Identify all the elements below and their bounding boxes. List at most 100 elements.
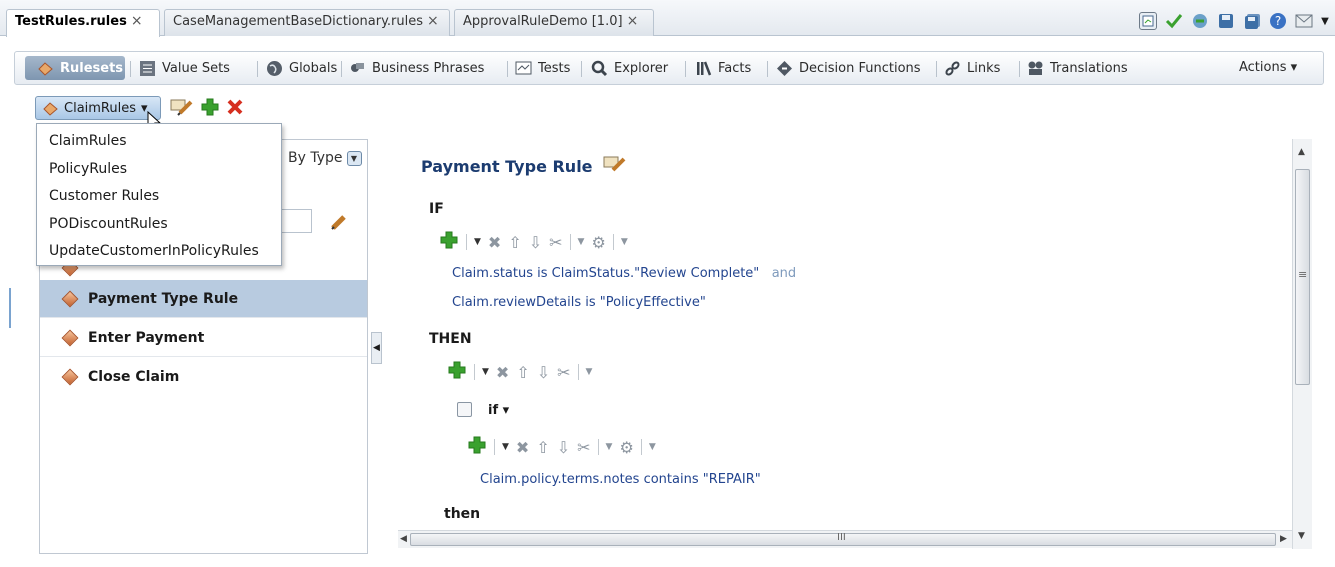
rule-row-close-claim[interactable]: Close Claim (40, 358, 367, 396)
pencil-icon[interactable] (330, 213, 348, 235)
close-icon[interactable]: × (627, 13, 639, 29)
search-icon (591, 60, 608, 77)
edit-rule-icon[interactable] (603, 154, 627, 178)
grip-icon: ≡ (1298, 268, 1308, 281)
nav-label: Explorer (614, 61, 669, 76)
delete-icon[interactable]: ✖ (488, 233, 501, 252)
tab-case-management[interactable]: CaseManagementBaseDictionary.rules × (164, 9, 450, 36)
gear-icon[interactable]: ⚙ (591, 233, 605, 252)
add-icon[interactable] (439, 230, 459, 254)
delete-icon[interactable]: ✖ (516, 438, 529, 457)
divider (936, 61, 937, 77)
dropdown-option[interactable]: UpdateCustomerInPolicyRules (37, 238, 281, 266)
navigation-toolbar: Rulesets Value Sets Globals Business Phr… (14, 51, 1324, 85)
chevron-down-icon[interactable]: ▼ (346, 150, 362, 166)
conjunction[interactable]: and (772, 266, 796, 281)
move-down-icon[interactable]: ⇩ (557, 438, 570, 457)
editor-toolbar: ? ▼ (1139, 12, 1329, 30)
divider (597, 439, 599, 455)
scroll-thumb[interactable]: III (410, 532, 1276, 546)
chevron-down-icon[interactable]: ▼ (578, 237, 585, 247)
cut-icon[interactable]: ✂ (557, 363, 570, 382)
if-toolbar: ▼ ✖ ⇧ ⇩ ✂ ▼ ⚙ ▼ (439, 230, 628, 254)
nav-tests[interactable]: Tests (515, 60, 570, 77)
value-sets-icon (139, 60, 156, 77)
nav-globals[interactable]: Globals (266, 60, 337, 77)
scroll-thumb[interactable]: ≡ (1295, 169, 1310, 385)
save-icon[interactable] (1217, 12, 1235, 30)
divider (507, 61, 508, 77)
chevron-down-icon[interactable]: ▼ (502, 442, 509, 452)
tests-icon (515, 60, 532, 77)
then-keyword: THEN (429, 331, 472, 347)
ruleset-icon (42, 100, 59, 117)
actions-menu[interactable]: Actions ▾ (1239, 60, 1297, 75)
nav-links[interactable]: Links (944, 60, 1000, 77)
validate-check-icon[interactable] (1165, 12, 1183, 30)
dropdown-option[interactable]: PODiscountRules (37, 211, 281, 239)
save-all-icon[interactable] (1243, 12, 1261, 30)
scroll-left-icon[interactable]: ◀ (400, 534, 407, 544)
edit-ruleset-icon[interactable] (170, 97, 194, 121)
nav-value-sets[interactable]: Value Sets (139, 60, 230, 77)
nav-decision-functions[interactable]: Decision Functions (776, 60, 921, 77)
vertical-scrollbar[interactable]: ▲ ≡ ▼ (1292, 139, 1312, 549)
mail-icon[interactable] (1295, 12, 1313, 30)
move-up-icon[interactable]: ⇧ (508, 233, 521, 252)
nav-translations[interactable]: Translations (1027, 60, 1128, 77)
divider (1019, 61, 1020, 77)
gear-icon[interactable]: ⚙ (619, 438, 633, 457)
rule-row-enter-payment[interactable]: Enter Payment (40, 319, 367, 357)
rule-row-payment-type[interactable]: Payment Type Rule (40, 280, 367, 318)
nav-business-phrases[interactable]: Business Phrases (349, 60, 484, 77)
scroll-down-icon[interactable]: ▼ (1298, 531, 1305, 541)
nested-if-checkbox[interactable] (457, 402, 472, 417)
help-icon[interactable]: ? (1269, 12, 1287, 30)
delete-icon[interactable]: ✖ (496, 363, 509, 382)
divider (581, 61, 582, 77)
nav-explorer[interactable]: Explorer (591, 60, 668, 77)
sort-by-type[interactable]: By Type ▼ (288, 150, 362, 166)
scroll-up-icon[interactable]: ▲ (1298, 147, 1305, 157)
chevron-down-icon[interactable]: ▼ (606, 442, 613, 452)
chevron-down-icon[interactable]: ▼ (482, 367, 489, 377)
tab-testrules[interactable]: TestRules.rules × (6, 9, 160, 37)
move-up-icon[interactable]: ⇧ (536, 438, 549, 457)
nav-facts[interactable]: Facts (695, 60, 751, 77)
ruleset-select-value: ClaimRules (64, 100, 137, 116)
add-icon[interactable] (467, 435, 487, 459)
cut-icon[interactable]: ✂ (549, 233, 562, 252)
scroll-right-icon[interactable]: ▶ (1280, 534, 1287, 544)
rule-icon (61, 329, 79, 346)
delete-icon[interactable] (226, 98, 244, 120)
nested-if-keyword[interactable]: if ▾ (488, 403, 509, 418)
chevron-down-icon[interactable]: ▼ (621, 237, 628, 247)
nav-rulesets[interactable]: Rulesets (37, 60, 123, 77)
dropdown-option[interactable]: PolicyRules (37, 156, 281, 184)
condition-2[interactable]: Claim.reviewDetails is "PolicyEffective" (452, 295, 706, 310)
move-down-icon[interactable]: ⇩ (537, 363, 550, 382)
tab-approval-rule-demo[interactable]: ApprovalRuleDemo [1.0] × (454, 9, 654, 36)
chevron-down-icon[interactable]: ▼ (586, 367, 593, 377)
cut-icon[interactable]: ✂ (577, 438, 590, 457)
rule-icon (61, 368, 79, 386)
move-down-icon[interactable]: ⇩ (529, 233, 542, 252)
condition-1[interactable]: Claim.status is ClaimStatus."Review Comp… (452, 266, 796, 281)
collapse-panel-button[interactable]: ◀ (371, 332, 382, 364)
chevron-down-icon[interactable]: ▼ (474, 237, 481, 247)
chevron-down-icon[interactable]: ▼ (649, 442, 656, 452)
nested-condition[interactable]: Claim.policy.terms.notes contains "REPAI… (480, 472, 761, 487)
move-up-icon[interactable]: ⇧ (516, 363, 529, 382)
add-icon[interactable] (200, 97, 220, 121)
chevron-down-icon[interactable]: ▼ (1321, 12, 1329, 30)
generate-report-icon[interactable] (1139, 12, 1157, 30)
sync-icon[interactable] (1191, 12, 1209, 30)
close-icon[interactable]: × (131, 13, 143, 29)
ruleset-select[interactable]: ClaimRules ▾ (35, 96, 161, 120)
horizontal-scrollbar[interactable]: ◀ III ▶ (398, 530, 1292, 548)
close-icon[interactable]: × (427, 13, 439, 29)
condition-text: Claim.reviewDetails is "PolicyEffective" (452, 295, 706, 310)
dropdown-option[interactable]: ClaimRules (37, 128, 281, 156)
dropdown-option[interactable]: Customer Rules (37, 183, 281, 211)
add-icon[interactable] (447, 360, 467, 384)
